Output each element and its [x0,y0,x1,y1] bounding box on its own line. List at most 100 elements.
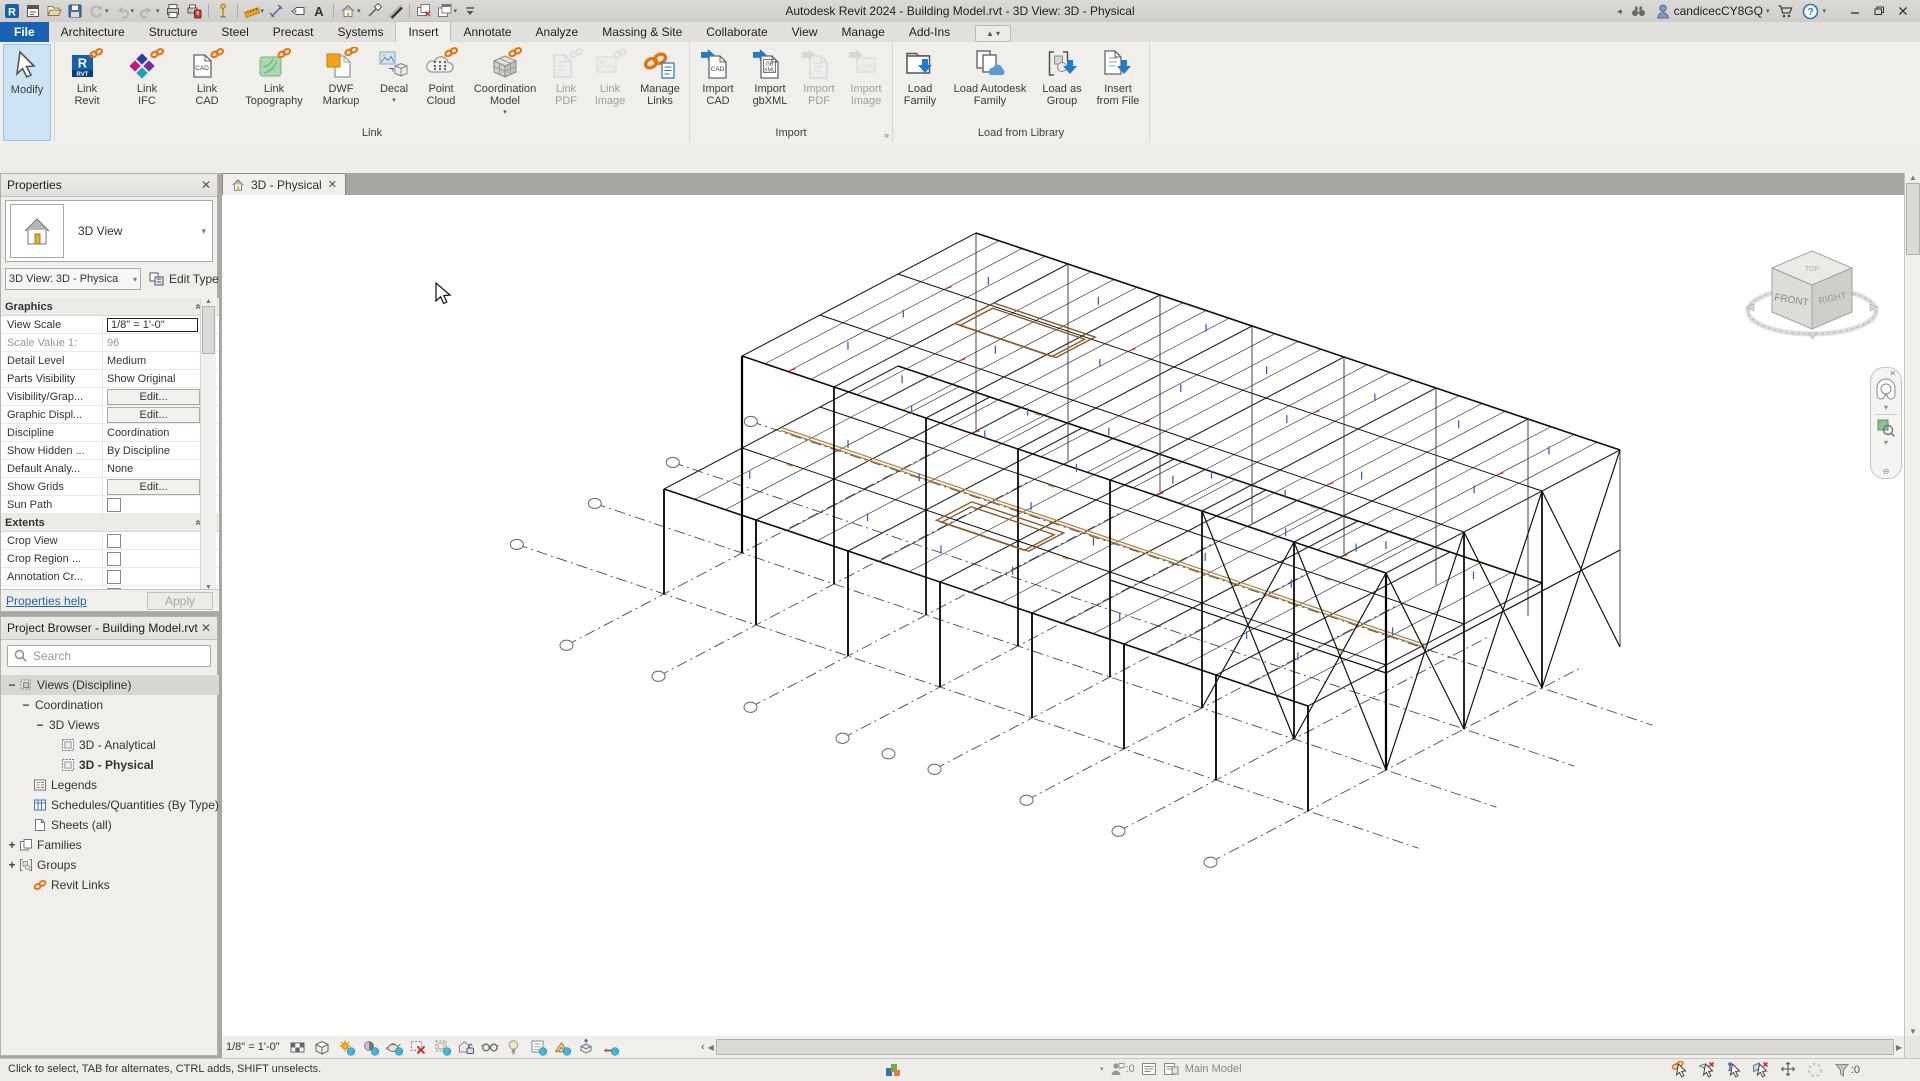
ribbon-tab-manage[interactable]: Manage [829,22,896,42]
ribbon-button-coordination-model[interactable]: Coordination Model ▾ [466,44,544,126]
ribbon-button-modify[interactable]: Modify [3,44,51,141]
highlight-displacement-sets-button[interactable] [576,1038,596,1056]
properties-header[interactable]: Properties ✕ [1,174,217,197]
property-group-graphics[interactable]: Graphics « [1,298,219,316]
ribbon-tab-collaborate[interactable]: Collaborate [694,22,779,42]
qat-text-button[interactable]: A [309,1,329,21]
view-cube-top-label[interactable]: TOP [1805,266,1820,273]
view-scale-input[interactable]: 1/8" = 1'-0" [107,317,199,332]
worksets-status-icon[interactable] [884,1061,902,1079]
vertical-scrollbar-thumb[interactable] [1906,183,1920,255]
drawing-canvas[interactable]: FRONT RIGHT TOP ✕ ▾ ▾ ⊖ [222,195,1904,1036]
navigation-bar[interactable]: ✕ ▾ ▾ ⊖ [1870,367,1902,479]
panel-launcher-icon[interactable]: » [884,128,889,143]
tree-expander-icon[interactable]: − [7,678,17,692]
qat-save-button[interactable] [65,1,85,21]
selection-filter-button[interactable]: :0 [1833,1061,1860,1079]
ribbon-tab-structure[interactable]: Structure [137,22,210,42]
ribbon-button-link-image[interactable]: Link Image [588,44,632,126]
active-design-option[interactable]: Main Model [1185,1063,1242,1075]
ribbon-tab-annotate[interactable]: Annotate [451,22,523,42]
ribbon-button-insert-from-file[interactable]: Insert from File [1090,44,1146,126]
pane-arrow[interactable]: ‹ [701,1041,705,1053]
view-scale-button[interactable]: 1/8" = 1'-0" [226,1041,280,1053]
ribbon-tab-view[interactable]: View [780,22,830,42]
qat-modify-pin-button[interactable] [213,1,233,21]
qat-print-button[interactable] [163,1,183,21]
property-group-extents[interactable]: Extents « [1,514,219,532]
design-options-dialog-icon[interactable] [1163,1061,1179,1077]
ribbon-button-import-gbxml[interactable]: GB XML Import gbXML [745,44,795,126]
select-pinned-toggle[interactable] [1725,1061,1743,1079]
select-underlay-toggle[interactable] [1698,1061,1716,1079]
ribbon-button-import-cad[interactable]: CAD Import CAD [693,44,743,126]
checkbox-unchecked[interactable] [107,497,121,512]
tree-expander-icon[interactable]: − [35,718,45,732]
navbar-close-icon[interactable]: ✕ [1889,370,1896,378]
qat-file-tabs-button[interactable] [23,1,43,21]
view-tab-3d-physical[interactable]: 3D - Physical ✕ [222,173,346,195]
browser-item-revit-links[interactable]: Revit Links [1,875,219,895]
user-account-menu[interactable]: candicecCY8GQ ▾ [1655,3,1769,19]
qat-thin-lines-button[interactable] [385,1,405,21]
ribbon-button-link-ifc[interactable]: Link IFC [118,44,176,126]
app-store-cart-icon[interactable] [1777,3,1794,19]
vertical-scrollbar[interactable]: ▲ ▼ [1904,173,1920,1036]
detail-level-button[interactable] [288,1038,308,1056]
qat-open-button[interactable] [44,1,64,21]
sun-path-button[interactable] [336,1038,356,1056]
qat-print-setup-button[interactable] [184,1,204,21]
checkbox-unchecked[interactable] [107,533,121,548]
ribbon-tab-systems[interactable]: Systems [325,22,395,42]
reveal-hidden-elements-button[interactable] [504,1038,524,1056]
edit-button[interactable]: Edit... [107,388,201,405]
ribbon-state-toggle[interactable]: ▲ ▾ [975,25,1011,42]
view-cube-faces[interactable]: FRONT RIGHT TOP [1770,250,1854,330]
properties-scrollbar[interactable]: ▲ ▼ [200,298,216,591]
close-button[interactable] [1892,2,1914,20]
ribbon-button-load-family[interactable]: Load Family [896,44,944,126]
edit-button[interactable]: Edit... [107,406,201,423]
steering-wheel-icon[interactable] [1874,378,1898,404]
ribbon-tab-massing-site[interactable]: Massing & Site [590,22,694,42]
steering-wheel-dropdown-icon[interactable]: ▾ [1884,404,1888,412]
tree-expander-icon[interactable]: − [21,698,31,712]
browser-item-legends[interactable]: Legends [1,775,219,795]
worksets-dialog-icon[interactable] [1141,1061,1157,1077]
ribbon-tab-architecture[interactable]: Architecture [49,22,137,42]
edit-type-button[interactable]: Edit Type [149,271,219,287]
ribbon-button-load-as-group[interactable]: Load as Group [1036,44,1088,126]
browser-item-3d-physical[interactable]: 3D - Physical [1,755,219,775]
ribbon-button-link-cad[interactable]: CAD Link CAD [178,44,236,126]
horizontal-scrollbar-thumb[interactable] [715,1039,1894,1055]
qat-default-3d-view-button[interactable]: ▾ [338,1,363,21]
select-links-toggle[interactable] [1671,1061,1689,1079]
temporary-view-properties-button[interactable] [528,1038,548,1056]
reveal-constraints-button[interactable] [600,1038,620,1056]
ribbon-button-point-cloud[interactable]: Point Cloud [418,44,464,126]
ribbon-tab-precast[interactable]: Precast [261,22,326,42]
visual-style-button[interactable] [312,1038,332,1056]
apply-button[interactable]: Apply [147,591,213,610]
properties-close-icon[interactable]: ✕ [201,178,211,192]
shadows-button[interactable] [360,1038,380,1056]
select-by-face-toggle[interactable] [1752,1061,1770,1079]
zoom-tool-icon[interactable] [1875,417,1897,439]
ribbon-button-import-pdf[interactable]: Import PDF [797,44,841,126]
drag-on-selection-toggle[interactable] [1779,1061,1797,1079]
type-selector-dropdown-icon[interactable]: ▾ [201,226,206,237]
ribbon-button-link-topography[interactable]: Link Topography [238,44,310,126]
editing-requests-button[interactable]: :0 [1110,1061,1135,1077]
qat-close-inactive-windows-button[interactable] [414,1,434,21]
horizontal-scrollbar[interactable]: ‹ ◀ ▶ [698,1036,1904,1058]
type-selector[interactable]: 3D View ▾ [5,200,213,262]
tree-expander-icon[interactable]: + [7,858,17,872]
browser-item-views-discipline[interactable]: − Views (Discipline) [1,675,219,695]
browser-item-3d-analytical[interactable]: 3D - Analytical [1,735,219,755]
progress-ring-toggle[interactable] [1806,1061,1824,1079]
browser-search-input[interactable]: Search [7,645,211,667]
qat-undo-disabled-button[interactable]: ▾ [112,1,137,21]
ribbon-button-decal[interactable]: Decal ▾ [372,44,416,126]
navbar-minimize-icon[interactable]: ⊖ [1883,468,1890,476]
qat-revit-logo-button[interactable]: R [2,1,22,21]
